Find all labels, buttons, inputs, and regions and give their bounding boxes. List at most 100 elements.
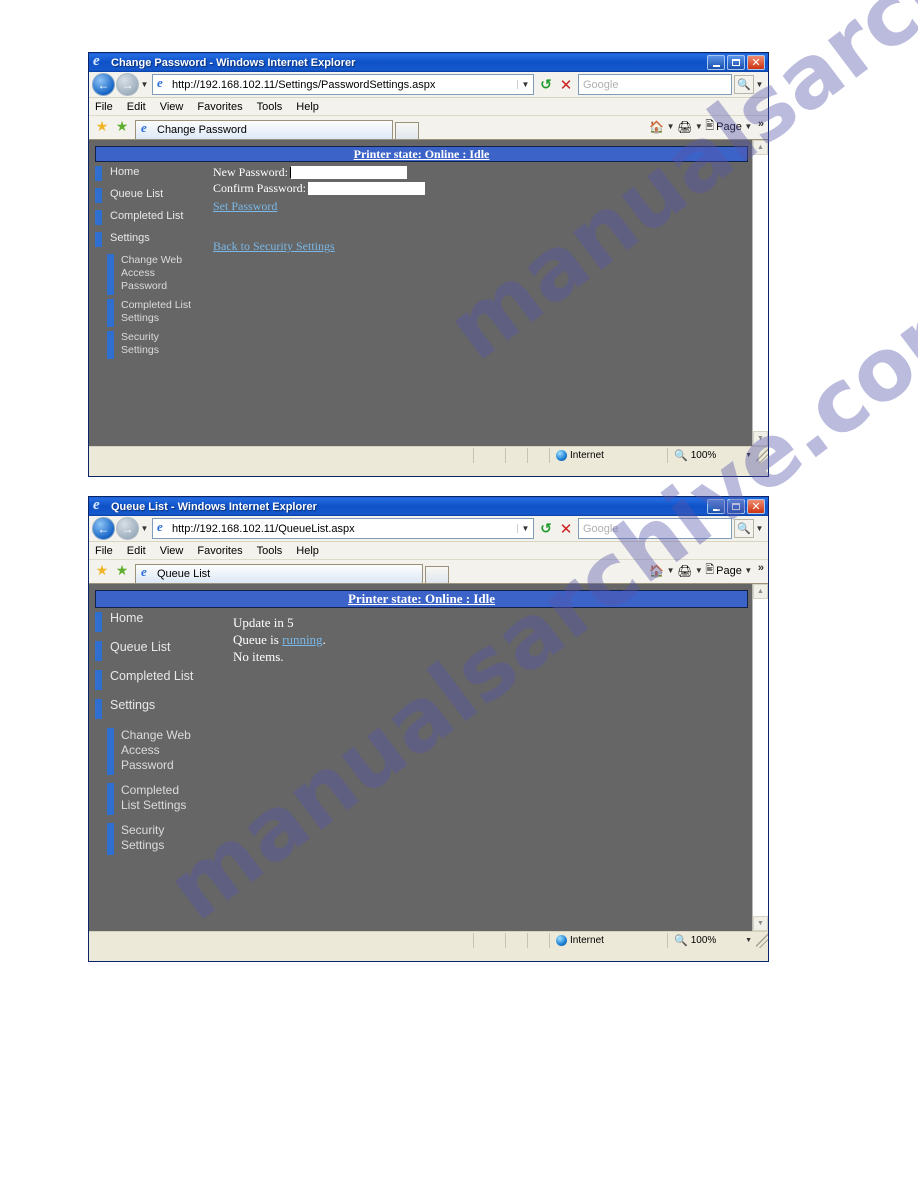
- page-menu-button[interactable]: 🖹 Page ▼: [705, 117, 753, 136]
- sidebar-item-security-settings[interactable]: Security Settings: [95, 823, 217, 855]
- print-icon[interactable]: 🖨: [677, 563, 692, 579]
- search-box[interactable]: Google: [578, 74, 732, 95]
- add-to-favorites-icon[interactable]: ★: [114, 120, 130, 136]
- tab-queue-list[interactable]: Queue List: [135, 564, 423, 583]
- scroll-up-arrow-icon[interactable]: ▲: [753, 140, 768, 155]
- search-dropdown-icon[interactable]: ▼: [754, 524, 765, 533]
- menu-item-tools[interactable]: Tools: [257, 545, 283, 557]
- stop-button[interactable]: ✕: [556, 75, 576, 95]
- sidebar-item-change-web-access-password[interactable]: Change Web Access Password: [95, 728, 217, 775]
- address-dropdown-icon[interactable]: ▼: [517, 524, 533, 533]
- refresh-button[interactable]: ↺: [536, 75, 556, 95]
- vertical-scrollbar[interactable]: ▲ ▼: [752, 140, 768, 446]
- refresh-button[interactable]: ↺: [536, 519, 556, 539]
- sidebar-item-home[interactable]: Home: [95, 166, 205, 184]
- menu-bar[interactable]: File Edit View Favorites Tools Help: [89, 542, 768, 560]
- title-bar[interactable]: Queue List - Windows Internet Explorer ✕: [89, 497, 768, 516]
- close-button[interactable]: ✕: [747, 499, 765, 514]
- favorites-star-icon[interactable]: ★: [94, 120, 110, 136]
- sidebar-item-settings[interactable]: Settings: [95, 699, 217, 724]
- menu-item-file[interactable]: File: [95, 545, 113, 557]
- menu-item-edit[interactable]: Edit: [127, 545, 146, 557]
- tab-change-password[interactable]: Change Password: [135, 120, 393, 139]
- tab-bar[interactable]: ★ ★ Queue List 🏠 ▼ 🖨 ▼ 🖹 Page ▼ »: [89, 560, 768, 584]
- home-icon[interactable]: 🏠: [649, 563, 664, 579]
- favorites-star-icon[interactable]: ★: [94, 564, 110, 580]
- zoom-dropdown-icon[interactable]: ▼: [745, 452, 756, 459]
- sidebar-item-completed-list-settings[interactable]: Completed List Settings: [95, 783, 217, 815]
- navigation-bar[interactable]: ← → ▼ http://192.168.102.11/Settings/Pas…: [89, 72, 768, 98]
- confirm-password-input[interactable]: [308, 182, 425, 195]
- minimize-button[interactable]: [707, 499, 725, 514]
- home-dropdown-icon[interactable]: ▼: [666, 122, 675, 131]
- search-go-button[interactable]: 🔍: [734, 75, 754, 94]
- sidebar-item-security-settings[interactable]: Security Settings: [95, 331, 205, 359]
- sidebar-item-change-web-access-password[interactable]: Change Web Access Password: [95, 254, 205, 295]
- browser-window-queue-list[interactable]: Queue List - Windows Internet Explorer ✕…: [88, 496, 769, 962]
- address-bar[interactable]: http://192.168.102.11/Settings/PasswordS…: [152, 74, 534, 95]
- sidebar-item-queue-list[interactable]: Queue List: [95, 188, 205, 206]
- window-controls[interactable]: ✕: [707, 55, 766, 70]
- site-sidebar[interactable]: Home Queue List Completed List Settings: [95, 608, 217, 859]
- address-dropdown-icon[interactable]: ▼: [517, 80, 533, 89]
- site-sidebar[interactable]: Home Queue List Completed List Settings: [95, 162, 205, 363]
- new-tab-button[interactable]: [425, 566, 449, 583]
- menu-item-edit[interactable]: Edit: [127, 101, 146, 113]
- new-password-input[interactable]: [290, 166, 407, 179]
- resize-grip[interactable]: [756, 933, 768, 948]
- print-dropdown-icon[interactable]: ▼: [694, 122, 703, 131]
- address-input[interactable]: http://192.168.102.11/QueueList.aspx: [172, 523, 517, 535]
- minimize-button[interactable]: [707, 55, 725, 70]
- toolbar-overflow-icon[interactable]: »: [758, 561, 764, 574]
- home-dropdown-icon[interactable]: ▼: [666, 566, 675, 575]
- history-dropdown-icon[interactable]: ▼: [139, 524, 150, 533]
- page-dropdown-icon[interactable]: ▼: [744, 122, 753, 131]
- menu-item-help[interactable]: Help: [296, 101, 319, 113]
- search-input[interactable]: Google: [579, 79, 731, 91]
- sidebar-item-completed-list[interactable]: Completed List: [95, 210, 205, 228]
- address-bar[interactable]: http://192.168.102.11/QueueList.aspx ▼: [152, 518, 534, 539]
- scroll-down-arrow-icon[interactable]: ▼: [753, 431, 768, 446]
- print-icon[interactable]: 🖨: [677, 119, 692, 135]
- back-button-icon[interactable]: ←: [92, 517, 115, 540]
- menu-item-favorites[interactable]: Favorites: [197, 101, 242, 113]
- menu-item-help[interactable]: Help: [296, 545, 319, 557]
- add-to-favorites-icon[interactable]: ★: [114, 564, 130, 580]
- sidebar-item-completed-list-settings[interactable]: Completed List Settings: [95, 299, 205, 327]
- stop-button[interactable]: ✕: [556, 519, 576, 539]
- menu-item-favorites[interactable]: Favorites: [197, 545, 242, 557]
- zoom-control[interactable]: 🔍 100% ▼: [668, 449, 756, 462]
- window-controls[interactable]: ✕: [707, 499, 766, 514]
- sidebar-item-queue-list[interactable]: Queue List: [95, 641, 217, 666]
- zoom-dropdown-icon[interactable]: ▼: [745, 937, 756, 944]
- address-input[interactable]: http://192.168.102.11/Settings/PasswordS…: [172, 79, 517, 91]
- title-bar[interactable]: Change Password - Windows Internet Explo…: [89, 53, 768, 72]
- menu-item-view[interactable]: View: [160, 101, 184, 113]
- new-tab-button[interactable]: [395, 122, 419, 139]
- resize-grip[interactable]: [756, 448, 768, 463]
- menu-item-file[interactable]: File: [95, 101, 113, 113]
- search-go-button[interactable]: 🔍: [734, 519, 754, 538]
- back-button-icon[interactable]: ←: [92, 73, 115, 96]
- sidebar-item-settings[interactable]: Settings: [95, 232, 205, 250]
- zoom-control[interactable]: 🔍 100% ▼: [668, 934, 756, 947]
- forward-button-icon[interactable]: →: [116, 517, 139, 540]
- forward-button-icon[interactable]: →: [116, 73, 139, 96]
- scroll-down-arrow-icon[interactable]: ▼: [753, 916, 768, 931]
- search-box[interactable]: Google: [578, 518, 732, 539]
- security-zone[interactable]: Internet: [550, 448, 668, 463]
- maximize-button[interactable]: [727, 499, 745, 514]
- queue-running-link[interactable]: running: [282, 632, 322, 647]
- menu-item-tools[interactable]: Tools: [257, 101, 283, 113]
- maximize-button[interactable]: [727, 55, 745, 70]
- page-dropdown-icon[interactable]: ▼: [744, 566, 753, 575]
- print-dropdown-icon[interactable]: ▼: [694, 566, 703, 575]
- sidebar-item-completed-list[interactable]: Completed List: [95, 670, 217, 695]
- scroll-up-arrow-icon[interactable]: ▲: [753, 584, 768, 599]
- tab-toolbar-right[interactable]: 🏠 ▼ 🖨 ▼ 🖹 Page ▼ »: [649, 561, 768, 583]
- page-menu-button[interactable]: 🖹 Page ▼: [705, 561, 753, 580]
- tab-toolbar-right[interactable]: 🏠 ▼ 🖨 ▼ 🖹 Page ▼ »: [649, 117, 768, 139]
- history-dropdown-icon[interactable]: ▼: [139, 80, 150, 89]
- back-to-security-settings-link[interactable]: Back to Security Settings: [213, 239, 335, 254]
- security-zone[interactable]: Internet: [550, 933, 668, 948]
